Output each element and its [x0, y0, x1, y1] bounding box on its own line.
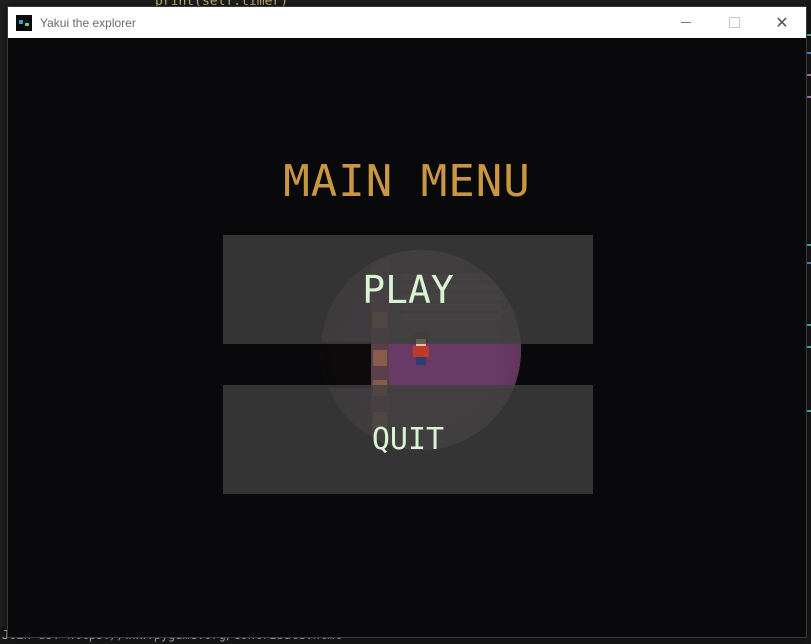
minimize-button[interactable]: [662, 7, 710, 38]
game-window: Yakui the explorer ✕ MAIN MENU PLAY QUIT: [7, 6, 807, 638]
quit-button-label: QUIT: [371, 422, 445, 457]
title-bar[interactable]: Yakui the explorer ✕: [8, 7, 806, 38]
minimize-icon: [681, 22, 691, 23]
window-title: Yakui the explorer: [40, 15, 136, 30]
game-canvas[interactable]: MAIN MENU PLAY QUIT: [8, 38, 806, 637]
close-button[interactable]: ✕: [758, 7, 806, 38]
window-controls: ✕: [662, 7, 806, 38]
maximize-icon: [728, 17, 740, 28]
player-shirt: [413, 346, 429, 357]
maximize-button[interactable]: [710, 7, 758, 38]
play-button[interactable]: PLAY: [223, 235, 593, 344]
close-icon: ✕: [775, 13, 789, 32]
player-legs: [416, 357, 426, 365]
pygame-window-icon: [16, 14, 32, 31]
play-button-label: PLAY: [362, 267, 454, 312]
main-menu-title: MAIN MENU: [283, 156, 531, 207]
quit-button[interactable]: QUIT: [223, 385, 593, 494]
